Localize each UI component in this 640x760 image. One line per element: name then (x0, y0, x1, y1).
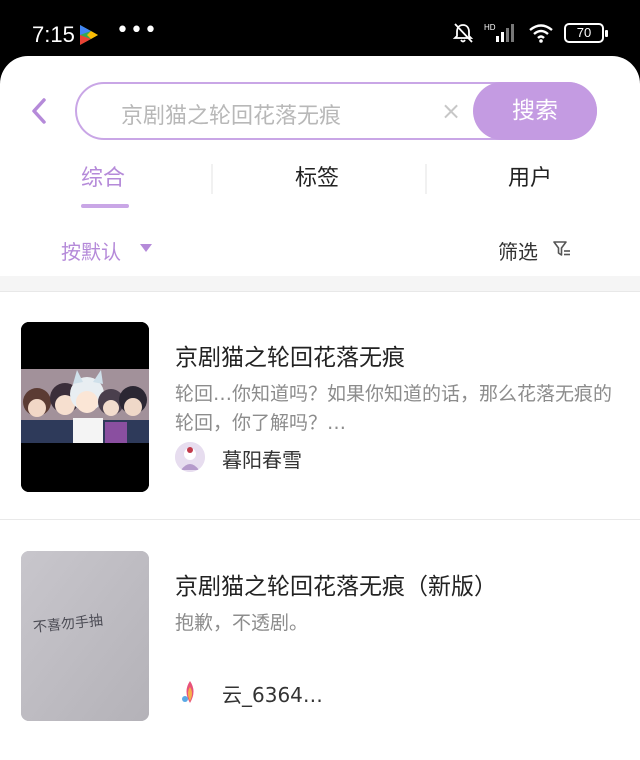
tab-comprehensive[interactable]: 综合 (81, 160, 125, 192)
clear-search-button[interactable]: × (441, 98, 461, 124)
result-title[interactable]: 京剧猫之轮回花落无痕（新版） (175, 567, 497, 601)
active-tab-indicator (81, 204, 129, 208)
tab-divider (425, 164, 427, 194)
result-cover-image[interactable] (21, 322, 149, 492)
sort-dropdown[interactable]: 按默认 (61, 236, 121, 265)
result-title[interactable]: 京剧猫之轮回花落无痕 (175, 338, 405, 372)
filter-funnel-icon[interactable] (553, 240, 571, 258)
back-button[interactable] (24, 94, 54, 128)
result-author[interactable]: 云_6364… (222, 679, 323, 708)
status-time: 7:15 (32, 22, 75, 47)
more-notifications-icon: ••• (116, 18, 158, 43)
back-arrow-icon (32, 98, 46, 124)
filter-button[interactable]: 筛选 (498, 236, 538, 265)
result-description: 轮回…你知道吗？如果你知道的话，那么花落无痕的轮回，你了解吗？… (175, 383, 613, 434)
author-avatar-icon (175, 677, 205, 707)
battery-icon: 70 (564, 23, 608, 43)
card-divider (0, 519, 640, 520)
result-card[interactable]: 不喜勿手抽 京剧猫之轮回花落无痕（新版） 抱歉，不透剧。 云_6364… (0, 521, 640, 760)
result-tabs: 综合 标签 用户 (0, 152, 640, 212)
anime-cover-art (21, 322, 149, 492)
search-query-text[interactable]: 京剧猫之轮回花落无痕 (121, 98, 341, 130)
result-author[interactable]: 暮阳春雪 (222, 444, 302, 473)
tab-divider (211, 164, 213, 194)
mute-bell-icon (452, 23, 474, 43)
cellular-signal-icon: HD (484, 23, 514, 42)
result-description: 抱歉，不透剧。 (175, 612, 309, 634)
tab-users[interactable]: 用户 (508, 160, 552, 192)
search-button[interactable]: 搜索 (473, 82, 597, 140)
handwritten-cover-art: 不喜勿手抽 (21, 551, 149, 721)
play-store-icon (80, 25, 98, 45)
avatar[interactable] (175, 442, 205, 472)
author-avatar-icon (175, 442, 205, 472)
section-separator (0, 276, 640, 292)
tab-tags[interactable]: 标签 (295, 160, 339, 192)
status-icons: HD 70 (452, 22, 608, 44)
search-screen: 京剧猫之轮回花落无痕 × 搜索 综合 标签 用户 按默认 筛选 京剧猫之轮回花落… (0, 56, 640, 760)
avatar[interactable] (175, 677, 205, 707)
wifi-icon (529, 24, 553, 43)
result-cover-image[interactable]: 不喜勿手抽 (21, 551, 149, 721)
filter-row: 按默认 筛选 (0, 228, 640, 272)
caret-down-icon (140, 244, 152, 252)
signal-hd-label: HD (484, 23, 496, 32)
result-card[interactable]: 京剧猫之轮回花落无痕 轮回…你知道吗？如果你知道的话，那么花落无痕的轮回，你了解… (0, 292, 640, 520)
